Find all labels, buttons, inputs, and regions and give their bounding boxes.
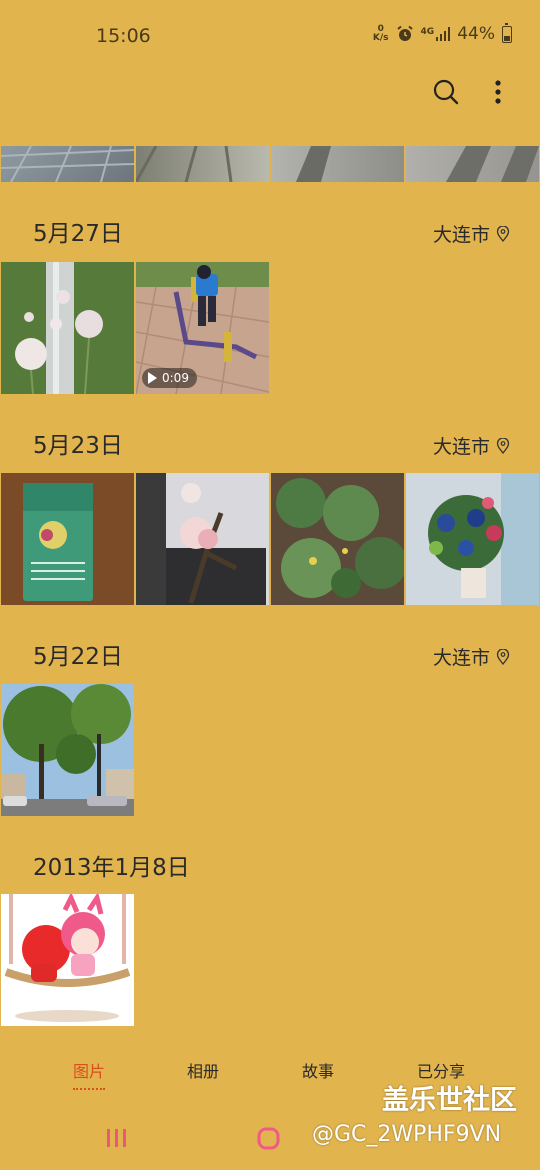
plants-photo	[271, 473, 404, 605]
photo-thumbnail[interactable]	[136, 146, 269, 182]
location-label: 大连市	[432, 647, 490, 669]
shadow-image	[296, 146, 331, 182]
network-type: 4G	[420, 27, 435, 37]
location-label: 大连市	[432, 436, 490, 458]
location-pin-icon	[496, 648, 510, 665]
photo-thumbnail[interactable]	[1, 684, 134, 816]
home-icon[interactable]	[257, 1127, 281, 1151]
photo-thumbnail[interactable]	[1, 473, 134, 605]
alarm-icon	[396, 25, 413, 41]
recent-apps-icon[interactable]	[106, 1127, 130, 1149]
magnolia-photo	[136, 473, 269, 605]
status-bar: 15:06 0 K/s 4G 44%	[0, 0, 540, 72]
video-duration-badge: 0:09	[142, 368, 197, 388]
section-date: 5月27日	[33, 221, 123, 247]
battery-percent: 44%	[457, 24, 495, 44]
section-location[interactable]: 大连市	[433, 432, 510, 459]
photo-thumbnail[interactable]	[1, 262, 134, 394]
section-location[interactable]: 大连市	[433, 643, 510, 670]
network-speed-unit: K/s	[372, 33, 389, 43]
bouquet-photo	[406, 473, 539, 605]
location-label: 大连市	[432, 224, 490, 246]
video-duration: 0:09	[162, 371, 189, 385]
pavement-image	[136, 146, 233, 182]
status-time: 15:06	[96, 25, 151, 47]
shadow-image	[446, 146, 539, 182]
more-vertical-icon	[495, 80, 501, 104]
street-trees-photo	[1, 684, 134, 816]
tab-stories[interactable]: 故事	[302, 1058, 334, 1082]
photo-thumbnail[interactable]	[271, 473, 404, 605]
cigarette-pack-photo	[1, 473, 134, 605]
location-pin-icon	[496, 225, 510, 242]
section-date: 2013年1月8日	[33, 855, 190, 881]
photo-thumbnail[interactable]	[406, 473, 539, 605]
photo-thumbnail[interactable]	[271, 146, 404, 182]
network-speed: 0 K/s	[373, 25, 389, 43]
pavement-image	[1, 146, 134, 182]
more-options-button[interactable]	[480, 74, 516, 110]
photo-thumbnail[interactable]	[1, 894, 134, 1026]
brand-watermark: 盖乐世社区	[382, 1085, 517, 1116]
tab-pictures[interactable]: 图片	[73, 1058, 106, 1090]
section-date: 5月23日	[33, 433, 123, 459]
battery-icon	[502, 22, 512, 43]
location-pin-icon	[496, 437, 510, 454]
section-date: 5月22日	[33, 644, 123, 670]
search-button[interactable]	[428, 74, 464, 110]
photo-thumbnail[interactable]	[1, 146, 134, 182]
cartoon-swing-image	[1, 894, 134, 1026]
section-location[interactable]: 大连市	[433, 220, 510, 247]
flower-photo	[1, 262, 134, 394]
play-icon	[148, 372, 157, 384]
video-thumbnail[interactable]: 0:09	[136, 262, 269, 394]
tab-albums[interactable]: 相册	[187, 1058, 219, 1082]
signal-bars-icon	[436, 27, 451, 41]
photo-thumbnail[interactable]	[406, 146, 539, 182]
status-icons: 0 K/s 4G 44%	[373, 22, 512, 44]
photo-thumbnail[interactable]	[136, 473, 269, 605]
user-handle-watermark: @GC_2WPHF9VN	[312, 1122, 502, 1147]
search-icon	[433, 79, 459, 105]
signal-indicator: 4G	[421, 27, 451, 41]
